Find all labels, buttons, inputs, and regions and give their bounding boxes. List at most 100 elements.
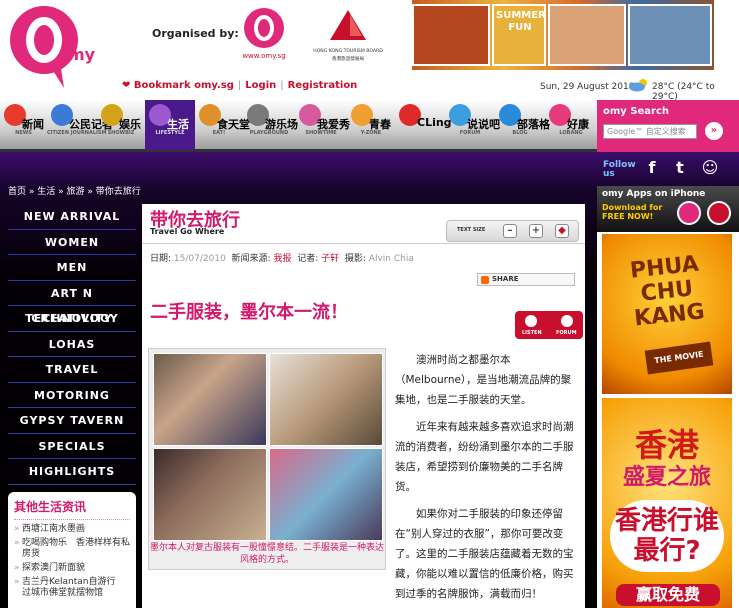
twitter-icon[interactable]: t [669,157,691,179]
article-date: 15/07/2010 [173,254,226,264]
cloud-sun-icon [629,79,647,92]
listen-label[interactable]: LISTEN [522,330,542,336]
bookmark-link[interactable]: Bookmark omy.sg [134,80,234,91]
photo-label: 摄影: [344,254,366,264]
nav-item-11[interactable]: 好康 LOBANG [545,100,597,150]
breadcrumb-current: 带你去旅行 [95,187,141,197]
nav-item-6[interactable]: 我爱秀 SHOWTIME [295,100,350,150]
hktb-name: HONG KONG TOURISM BOARD [313,48,383,54]
menu-item[interactable]: MOTORING [8,383,136,408]
forum-icon[interactable] [561,315,573,327]
login-link[interactable]: Login [245,80,276,91]
other-lifestyle-box: 其他生活资讯 西塘江南水墨画吃喝购物乐 香港样样有私房货探索澳门新面貌吉兰丹Ke… [8,492,136,608]
list-item[interactable]: 吉兰丹Kelantan自游行 过城市佛堂就摆物馆 [14,577,130,599]
menu-item[interactable]: WOMEN [8,230,136,255]
ad2-line4: 赢取免费 [616,584,720,606]
nav-sublabel: LIFESTYLE [155,130,185,136]
menu-item[interactable]: NEW ARRIVAL [8,204,136,230]
print-icon[interactable]: ◆ [555,224,569,238]
phua-chu-kang-ad[interactable]: PHUA CHU KANG THE MOVIE [602,234,732,394]
follow-us-bar: Follow us f t ☺ [597,152,739,186]
nav-sublabel: BLOG [512,130,528,136]
follow-label: Follow us [603,160,636,179]
nav-sublabel: FORUM [459,130,481,136]
nav-sublabel: CITIZEN JOURNALISM [47,130,107,136]
nav-sublabel: PLAYGROUND [249,130,289,136]
breadcrumb-travel[interactable]: 旅游 [67,187,85,197]
menu-item[interactable]: TRAVEL [8,357,136,383]
breadcrumb-home[interactable]: 首页 [8,187,26,197]
nav-item-2[interactable]: 娱乐 SHOWBIZ [97,100,145,150]
text-size-label: TEXT SIZE [457,227,486,233]
menu-item[interactable]: MEN [8,255,136,281]
list-item[interactable]: 探索澳门新面貌 [14,563,130,574]
list-item[interactable]: 西塘江南水墨画 [14,524,130,535]
menu-item[interactable]: ART N CREATIVITY [8,281,136,325]
breadcrumb: 首页 » 生活 » 旅游 » 带你去旅行 [8,187,141,197]
omy-logo[interactable]: my [6,2,98,88]
menu-item[interactable]: TECHNOLOGY [8,306,136,332]
search-input[interactable]: Google™ 自定义搜索 [603,124,697,139]
speaker-icon[interactable] [525,315,537,327]
main-nav: 新闻 NEWS 公民记者 CITIZEN JOURNALISM 娱乐 SHOWBIZ 生活 L… [0,100,597,152]
breadcrumb-lifestyle[interactable]: 生活 [37,187,55,197]
photo-caption: 墨尔本人对复古服装有一股憧憬意结。二手服装是一种表达风格的方式。 [150,543,385,565]
hktb-cn: 香港旅遊發展局 [332,55,365,62]
summer-fun-banner[interactable]: SUMMER FUN [412,0,714,70]
reporter-label: 记者: [297,254,319,264]
nav-sublabel: NEWS [15,130,32,136]
nav-sublabel: LOBANG [559,130,583,136]
other-title: 其他生活资讯 [14,498,130,520]
current-date: Sun, 29 August 2010 [540,82,635,92]
listen-forum-widget: LISTEN FORUM [515,311,583,339]
share-button[interactable]: SHARE [477,273,575,286]
nav-item-7[interactable]: 青春 Y-ZONE [347,100,395,150]
apps-download[interactable]: Download for FREE NOW! [602,203,672,221]
svg-text:my: my [68,45,96,64]
nav-item-8[interactable]: CLing [395,100,452,150]
article-photographer: Alvin Chia [368,254,414,264]
date-label: 日期: [150,254,172,264]
menu-item[interactable]: SPECIALS [8,434,136,459]
ad2-line1: 香港 [634,426,699,464]
section-subtitle: Travel Go Where [150,227,225,236]
article-reporter[interactable]: 子轩 [321,254,339,264]
source-label: 新闻来源: [231,254,271,264]
nav-sublabel: SHOWTIME [305,130,337,136]
omy-apps-bar[interactable]: omy Apps on iPhone Download for FREE NOW… [597,186,739,232]
smiley-icon[interactable]: ☺ [699,157,721,179]
text-size-increase-button[interactable]: + [529,224,543,238]
text-size-control: TEXT SIZE – + ◆ [446,220,579,242]
search-label: omy Search [603,106,670,117]
registration-link[interactable]: Registration [288,80,358,91]
list-item[interactable]: 吃喝购物乐 香港样样有私房货 [14,538,130,560]
second-app-icon[interactable] [707,201,731,225]
text-size-decrease-button[interactable]: – [503,224,517,238]
heart-icon: ❤ [122,80,131,91]
ad1-title: PHUA CHU KANG [628,251,706,332]
nav-item-0[interactable]: 新闻 NEWS [0,100,47,150]
nav-item-5[interactable]: 游乐场 PLAYGROUND [243,100,298,150]
hktb-logo[interactable]: HONG KONG TOURISM BOARD 香港旅遊發展局 [310,6,386,64]
article-source[interactable]: 我报 [273,254,291,264]
omy-sg-logo[interactable]: www.omy.sg [240,6,288,60]
menu-item[interactable]: HIGHLIGHTS [8,459,136,485]
nav-item-4[interactable]: 食天堂 EAT! [195,100,250,150]
nav-item-3[interactable]: 生活 LIFESTYLE [145,100,195,150]
omy-search: omy Search Google™ 自定义搜索 » [597,100,739,152]
nav-item-10[interactable]: 部落格 BLOG [495,100,550,150]
nav-item-1[interactable]: 公民记者 CITIZEN JOURNALISM [47,100,113,150]
article-photo[interactable] [148,348,386,570]
hong-kong-summer-ad[interactable]: 香港 盛夏之旅 香港行谁最行? 赢取免费 [602,398,732,608]
forum-label[interactable]: FORUM [556,330,577,336]
facebook-icon[interactable]: f [641,157,663,179]
menu-item[interactable]: GYPSY TAVERN [8,408,136,434]
top-links: ❤ Bookmark omy.sg | Login | Registration [122,80,358,91]
nav-sublabel: EAT! [212,130,226,136]
temperature: 28°C (24°C to 29°C) [652,82,715,102]
omy-app-icon[interactable] [677,201,701,225]
ad2-line2: 盛夏之旅 [622,465,711,490]
search-go-button[interactable]: » [705,122,723,140]
menu-item[interactable]: LOHAS [8,332,136,357]
nav-item-9[interactable]: 说说吧 FORUM [445,100,500,150]
